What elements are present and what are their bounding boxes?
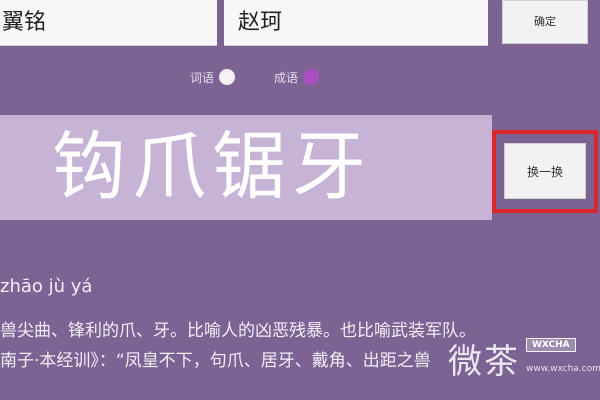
watermark-url: www.wxcha.com bbox=[526, 364, 600, 374]
idiom-pinyin: zhāo jù yá bbox=[0, 276, 93, 297]
mode-option-chengyu[interactable]: 成语 bbox=[274, 66, 320, 90]
watermark-chinese: 微茶 bbox=[448, 342, 520, 382]
mode-option-ciyu-label: 词语 bbox=[190, 71, 215, 85]
player-one-name-field[interactable]: 翼铭 bbox=[0, 0, 217, 46]
watermark-logo: 微茶 WXCHA www.wxcha.com bbox=[448, 328, 600, 388]
radio-dot-selected-icon[interactable] bbox=[303, 69, 320, 85]
switch-word-button[interactable]: 换一换 bbox=[504, 143, 586, 199]
player-two-name-field[interactable]: 赵珂 bbox=[224, 0, 488, 46]
watermark-badge: WXCHA bbox=[526, 338, 576, 352]
mode-option-chengyu-label: 成语 bbox=[274, 71, 299, 85]
current-idiom-display: 钩爪锯牙 bbox=[0, 115, 492, 220]
confirm-button[interactable]: 确定 bbox=[502, 0, 588, 44]
mode-option-ciyu[interactable]: 词语 bbox=[190, 66, 236, 90]
radio-dot-icon[interactable] bbox=[219, 69, 236, 85]
